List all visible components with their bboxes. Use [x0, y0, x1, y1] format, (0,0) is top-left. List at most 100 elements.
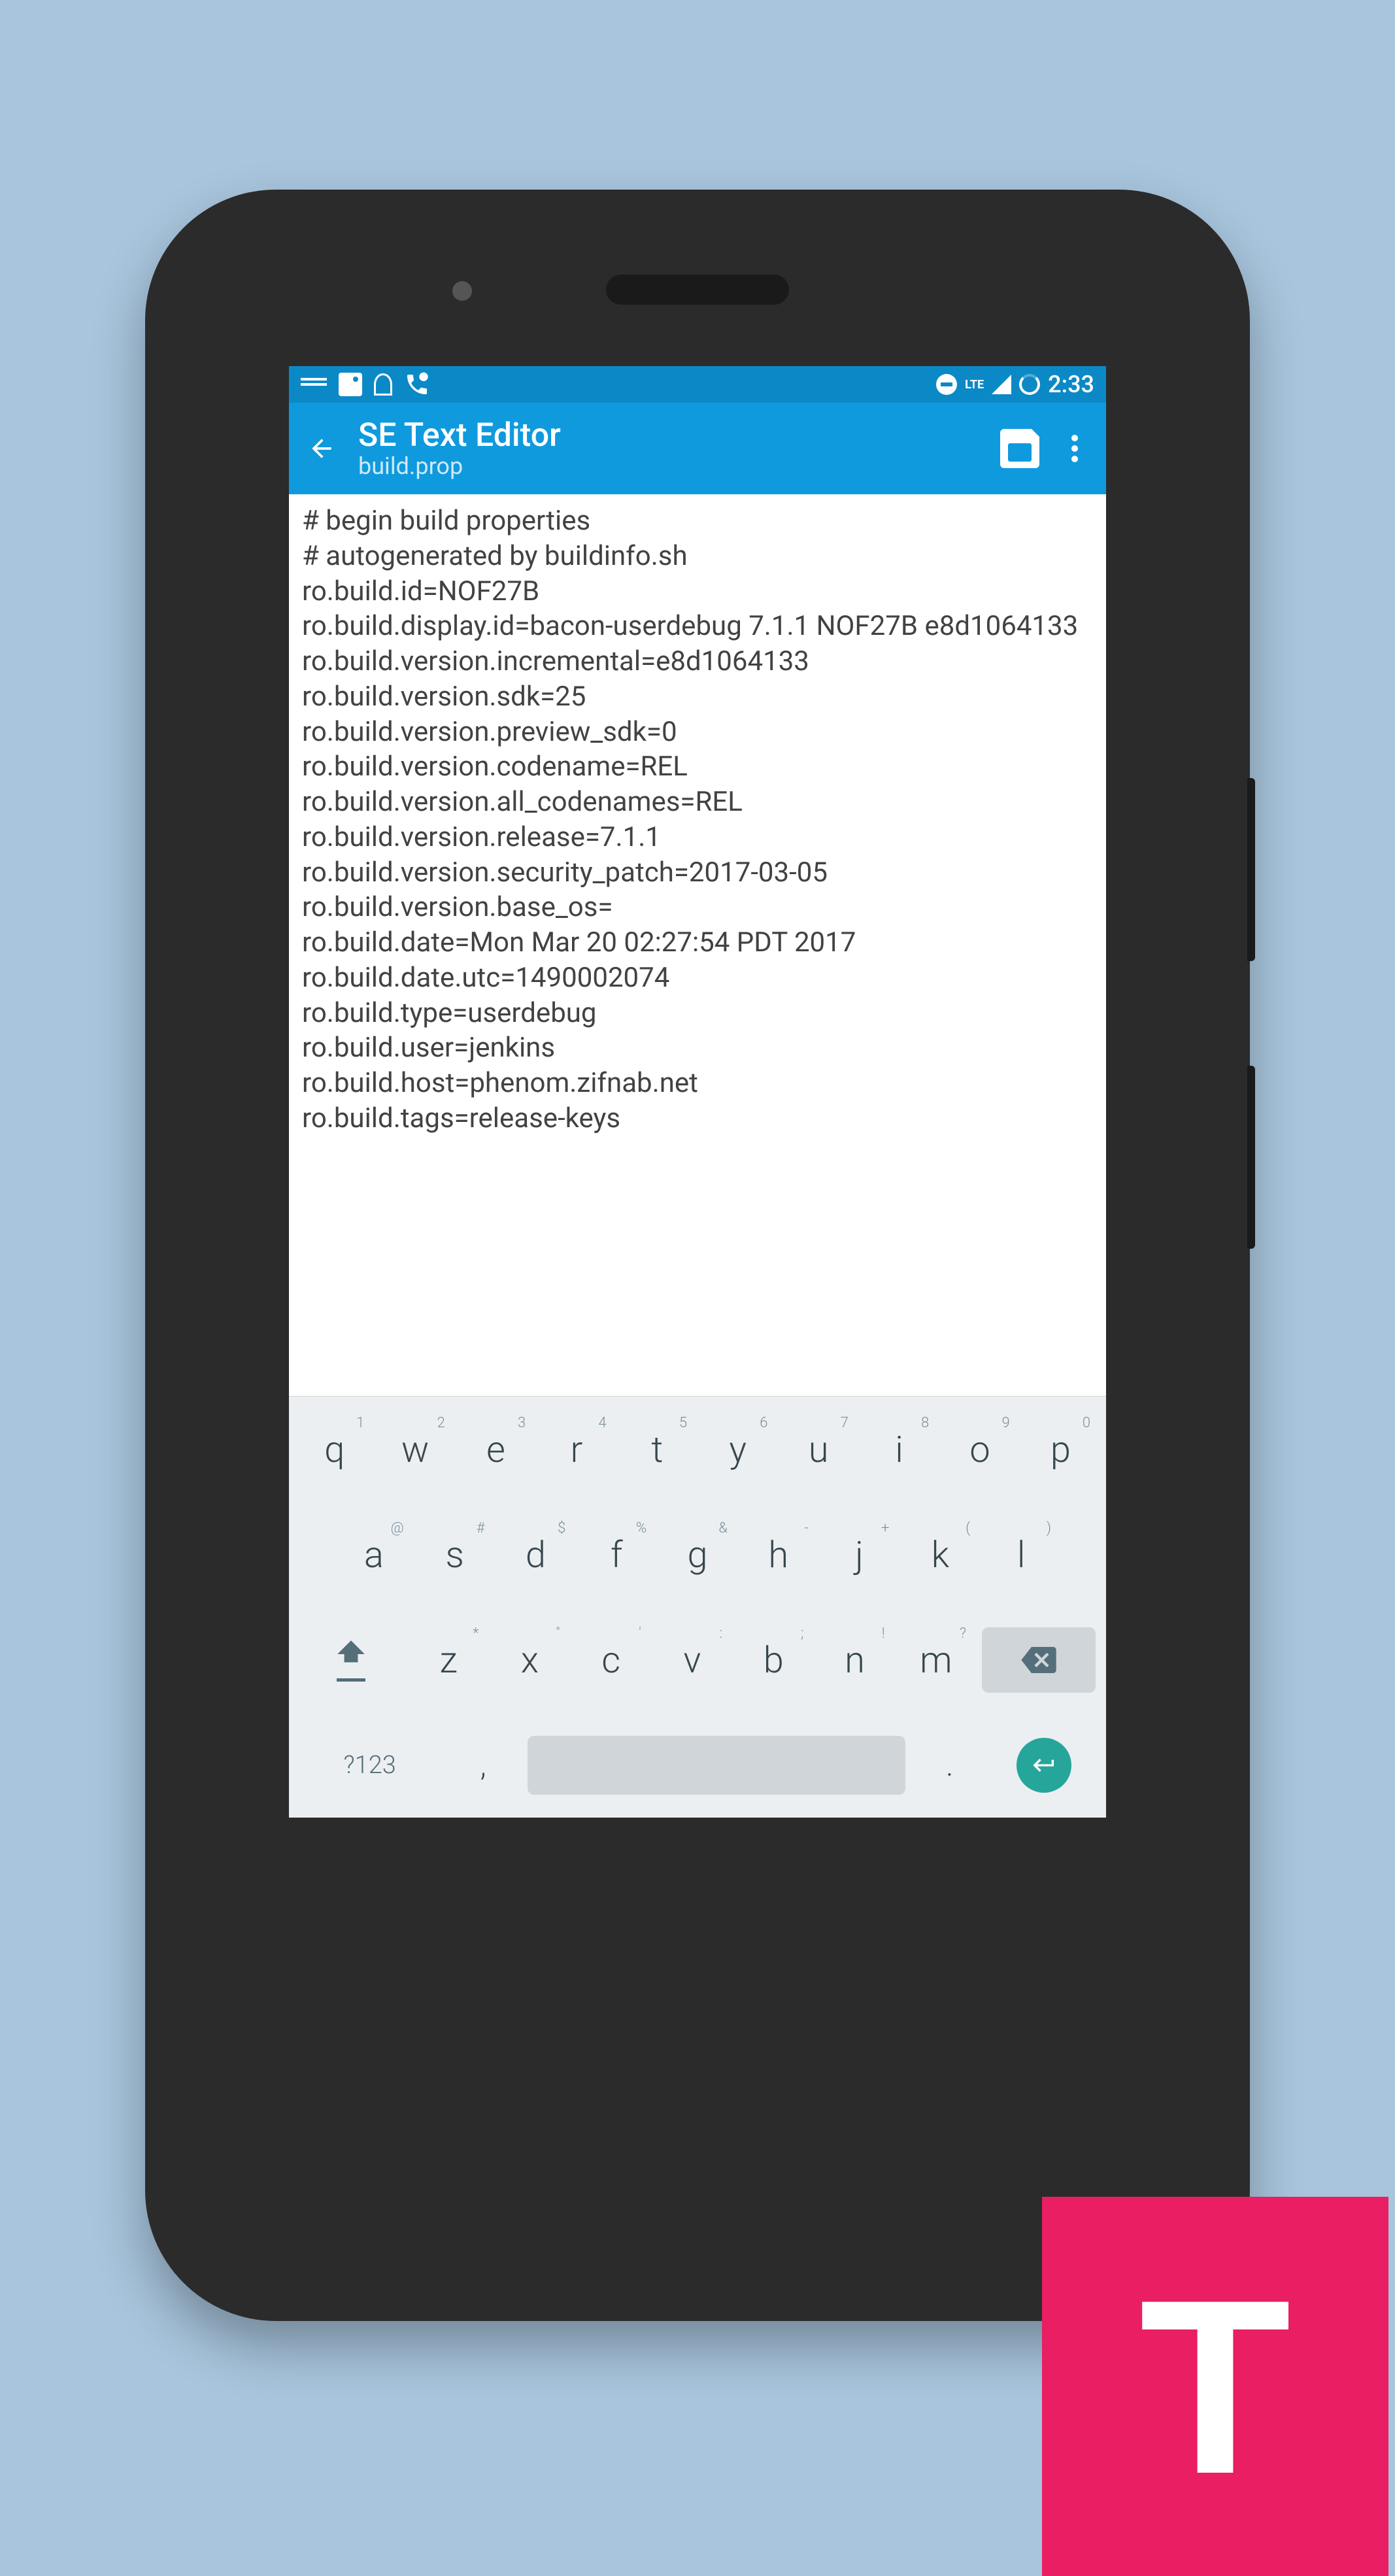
key-label: i: [895, 1428, 903, 1471]
key-label: y: [729, 1428, 747, 1471]
more-options-button[interactable]: [1062, 432, 1088, 465]
key-hint: !: [882, 1625, 885, 1642]
period-key[interactable]: .: [912, 1733, 988, 1797]
app-title: SE Text Editor: [358, 418, 978, 454]
key-hint: -: [804, 1520, 808, 1536]
screen: LTE 2:33 SE Text Editor build.prop # beg…: [289, 366, 1106, 1818]
key-r[interactable]: 4r: [536, 1415, 616, 1484]
key-a[interactable]: @a: [333, 1520, 414, 1589]
key-label: v: [684, 1638, 701, 1682]
status-bar: LTE 2:33: [289, 366, 1106, 403]
key-row-4: ?123 , .: [289, 1712, 1106, 1818]
phone-frame: LTE 2:33 SE Text Editor build.prop # beg…: [145, 190, 1250, 2321]
key-p[interactable]: 0p: [1020, 1415, 1101, 1484]
key-j[interactable]: +j: [819, 1520, 900, 1589]
key-b[interactable]: ;b: [733, 1625, 814, 1695]
key-hint: 4: [598, 1415, 606, 1431]
key-hint: :: [720, 1625, 723, 1642]
key-i[interactable]: 8i: [859, 1415, 939, 1484]
key-n[interactable]: !n: [814, 1625, 895, 1695]
key-t[interactable]: 5t: [617, 1415, 698, 1484]
key-m[interactable]: ?m: [896, 1625, 977, 1695]
key-c[interactable]: 'c: [571, 1625, 652, 1695]
key-hint: ': [639, 1625, 641, 1642]
picture-icon: [339, 373, 362, 396]
key-label: j: [855, 1533, 864, 1576]
key-k[interactable]: (k: [899, 1520, 981, 1589]
mode-key[interactable]: ?123: [294, 1738, 445, 1793]
call-icon: [404, 371, 430, 398]
keyboard-icon: [301, 375, 327, 394]
key-hint: 8: [921, 1415, 929, 1431]
key-hint: @: [391, 1520, 404, 1536]
app-bar: SE Text Editor build.prop: [289, 403, 1106, 494]
key-label: w: [401, 1428, 429, 1471]
shift-icon: [335, 1638, 367, 1670]
key-row-1: 1q2w3e4r5t6y7u8i9o0p: [289, 1397, 1106, 1502]
key-hint: ): [1047, 1520, 1051, 1536]
status-left: [301, 371, 430, 398]
key-hint: 7: [841, 1415, 849, 1431]
key-label: m: [920, 1638, 952, 1682]
key-hint: 1: [356, 1415, 364, 1431]
key-label: x: [521, 1638, 539, 1682]
key-label: a: [364, 1533, 384, 1576]
key-hint: 5: [679, 1415, 687, 1431]
key-row-3: *z"x'c:v;b!n?m: [289, 1607, 1106, 1712]
key-label: d: [526, 1533, 546, 1576]
app-subtitle: build.prop: [358, 454, 978, 480]
key-hint: (: [966, 1520, 970, 1536]
key-s[interactable]: #s: [414, 1520, 496, 1589]
key-hint: $: [558, 1520, 565, 1536]
backspace-icon: [1021, 1647, 1056, 1673]
key-z[interactable]: *z: [408, 1625, 489, 1695]
key-l[interactable]: )l: [981, 1520, 1062, 1589]
watermark: T: [1042, 2197, 1388, 2576]
key-label: r: [570, 1428, 582, 1471]
key-hint: ;: [801, 1625, 803, 1642]
key-hint: 9: [1001, 1415, 1009, 1431]
side-button-2: [1247, 1066, 1255, 1249]
key-q[interactable]: 1q: [294, 1415, 375, 1484]
dnd-icon: [936, 374, 957, 395]
key-x[interactable]: "x: [489, 1625, 570, 1695]
app-title-group: SE Text Editor build.prop: [358, 418, 978, 480]
key-y[interactable]: 6y: [698, 1415, 778, 1484]
key-e[interactable]: 3e: [456, 1415, 536, 1484]
key-hint: %: [636, 1520, 647, 1536]
key-label: b: [764, 1638, 784, 1682]
key-hint: *: [473, 1625, 479, 1642]
status-right: LTE 2:33: [936, 371, 1094, 398]
key-hint: 0: [1083, 1415, 1090, 1431]
key-w[interactable]: 2w: [375, 1415, 455, 1484]
key-label: e: [486, 1428, 505, 1471]
key-v[interactable]: :v: [652, 1625, 733, 1695]
key-hint: ": [556, 1625, 560, 1642]
key-hint: ?: [960, 1625, 966, 1642]
key-label: g: [687, 1533, 707, 1576]
key-label: q: [324, 1428, 345, 1471]
shift-key[interactable]: [294, 1625, 408, 1695]
comma-key[interactable]: ,: [445, 1733, 521, 1797]
key-hint: 3: [518, 1415, 526, 1431]
space-key[interactable]: [528, 1736, 905, 1795]
speaker-grill: [606, 275, 789, 305]
loading-icon: [1019, 374, 1040, 395]
save-button[interactable]: [1000, 429, 1039, 468]
key-d[interactable]: $d: [496, 1520, 577, 1589]
key-label: k: [932, 1533, 949, 1576]
watermark-letter: T: [1139, 2244, 1291, 2530]
key-label: n: [845, 1638, 865, 1682]
back-button[interactable]: [307, 434, 336, 463]
key-h[interactable]: -h: [738, 1520, 819, 1589]
key-label: l: [1017, 1533, 1026, 1576]
key-f[interactable]: %f: [576, 1520, 657, 1589]
lte-icon: LTE: [965, 378, 984, 392]
key-hint: 6: [760, 1415, 767, 1431]
key-o[interactable]: 9o: [939, 1415, 1020, 1484]
enter-key[interactable]: [988, 1725, 1101, 1806]
backspace-key[interactable]: [982, 1627, 1096, 1693]
key-u[interactable]: 7u: [778, 1415, 858, 1484]
key-g[interactable]: &g: [657, 1520, 738, 1589]
text-editor[interactable]: # begin build properties # autogenerated…: [289, 494, 1106, 1397]
